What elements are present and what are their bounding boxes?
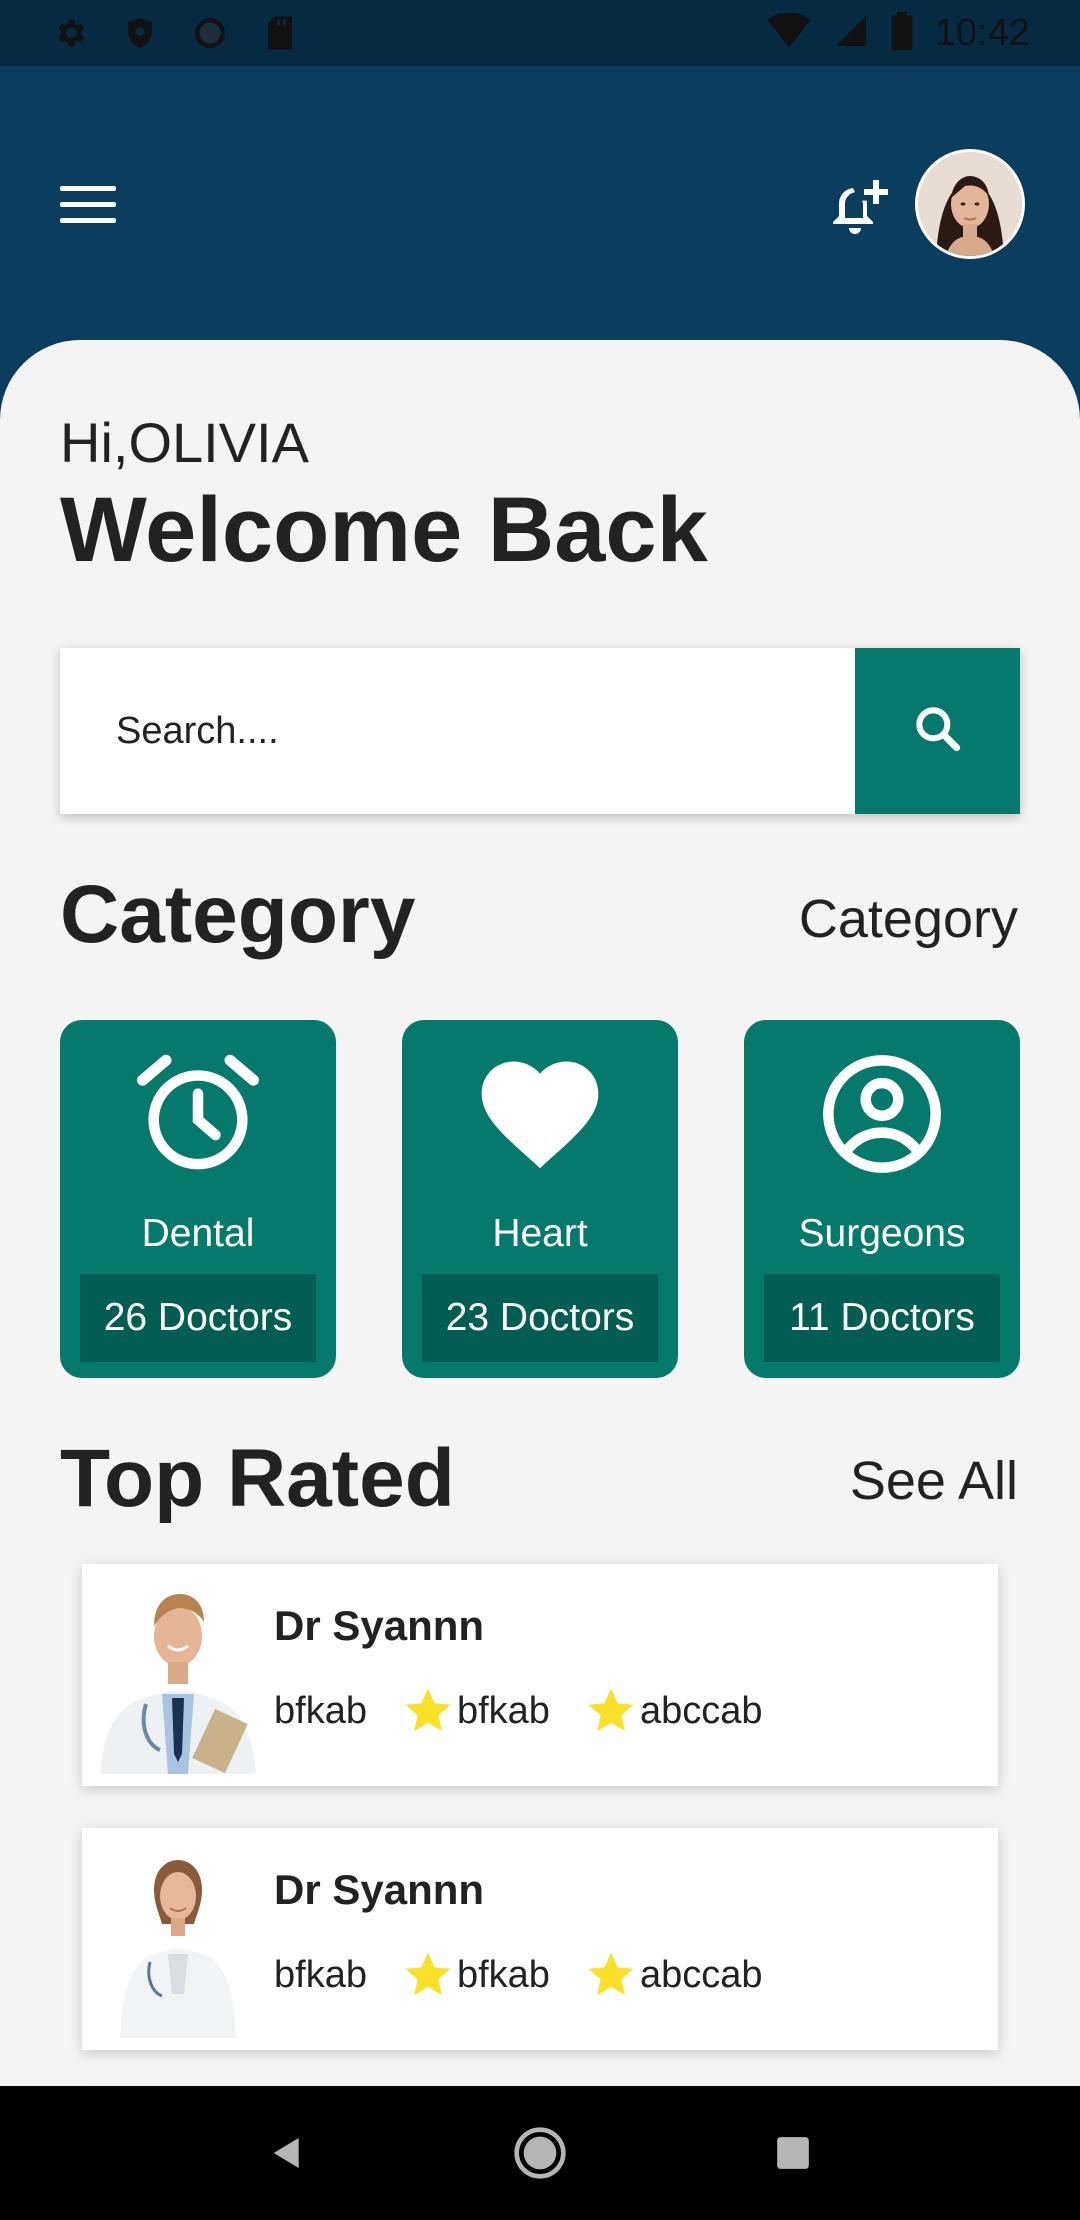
doctor-field-2: bfkab xyxy=(456,1953,550,1996)
search-input[interactable] xyxy=(60,648,855,814)
see-all-link[interactable]: See All xyxy=(850,1450,1018,1512)
doctor-photo xyxy=(90,1574,266,1774)
doctor-card[interactable]: Dr Syannn bfkab bfkab abccab xyxy=(82,1564,998,1786)
wifi-icon xyxy=(767,11,811,54)
greeting-text: Hi,OLIVIA xyxy=(60,411,309,474)
system-nav-bar xyxy=(0,2086,1080,2220)
main-content: Hi,OLIVIA Welcome Back Category Category… xyxy=(0,340,1080,2086)
status-time: 10:42 xyxy=(934,11,1030,54)
star-icon xyxy=(401,1684,455,1738)
doctor-meta: bfkab bfkab abccab xyxy=(274,1684,762,1738)
menu-icon[interactable] xyxy=(60,186,116,230)
search-button[interactable] xyxy=(855,648,1020,814)
doctor-field-1: bfkab xyxy=(274,1953,367,1996)
category-name: Heart xyxy=(492,1212,588,1255)
category-card-heart[interactable]: Heart 23 Doctors xyxy=(402,1020,678,1378)
account-circle-icon xyxy=(744,1044,1020,1184)
doctor-card[interactable]: Dr Syannn bfkab bfkab abccab xyxy=(82,1828,998,2050)
signal-icon xyxy=(833,13,869,54)
bell-plus-icon[interactable] xyxy=(825,176,889,240)
category-title: Category xyxy=(60,869,416,960)
doctor-field-1: bfkab xyxy=(274,1689,367,1732)
app-header xyxy=(0,66,1080,366)
home-icon[interactable] xyxy=(505,2118,575,2188)
heart-icon xyxy=(402,1044,678,1184)
category-name: Dental xyxy=(141,1212,255,1255)
category-link[interactable]: Category xyxy=(799,888,1018,950)
category-name: Surgeons xyxy=(798,1212,966,1255)
back-icon[interactable] xyxy=(252,2118,322,2188)
doctor-field-2: bfkab xyxy=(456,1689,550,1732)
doctor-name: Dr Syannn xyxy=(274,1866,485,1913)
recents-icon[interactable] xyxy=(758,2118,828,2188)
doctor-photo xyxy=(90,1838,266,2038)
category-count: 26 Doctors xyxy=(80,1274,316,1362)
shield-icon xyxy=(120,13,160,53)
star-icon xyxy=(401,1948,455,2002)
alarm-clock-icon xyxy=(60,1044,336,1184)
search-bar xyxy=(60,648,1020,814)
star-icon xyxy=(584,1684,638,1738)
doctor-name: Dr Syannn xyxy=(274,1602,485,1649)
category-count: 23 Doctors xyxy=(422,1274,658,1362)
search-icon xyxy=(910,701,966,762)
doctor-field-3: abccab xyxy=(639,1689,763,1732)
battery-icon xyxy=(891,11,913,55)
settings-icon xyxy=(50,13,90,53)
doctor-meta: bfkab bfkab abccab xyxy=(274,1948,762,2002)
doctor-field-3: abccab xyxy=(639,1953,763,1996)
category-card-dental[interactable]: Dental 26 Doctors xyxy=(60,1020,336,1378)
top-rated-title: Top Rated xyxy=(60,1433,455,1524)
category-count: 11 Doctors xyxy=(764,1274,1000,1362)
category-card-surgeons[interactable]: Surgeons 11 Doctors xyxy=(744,1020,1020,1378)
avatar[interactable] xyxy=(915,149,1025,259)
sd-card-icon xyxy=(260,13,300,53)
status-bar: 10:42 xyxy=(0,0,1080,66)
circle-icon xyxy=(190,13,230,53)
star-icon xyxy=(584,1948,638,2002)
page-title: Welcome Back xyxy=(60,479,708,581)
